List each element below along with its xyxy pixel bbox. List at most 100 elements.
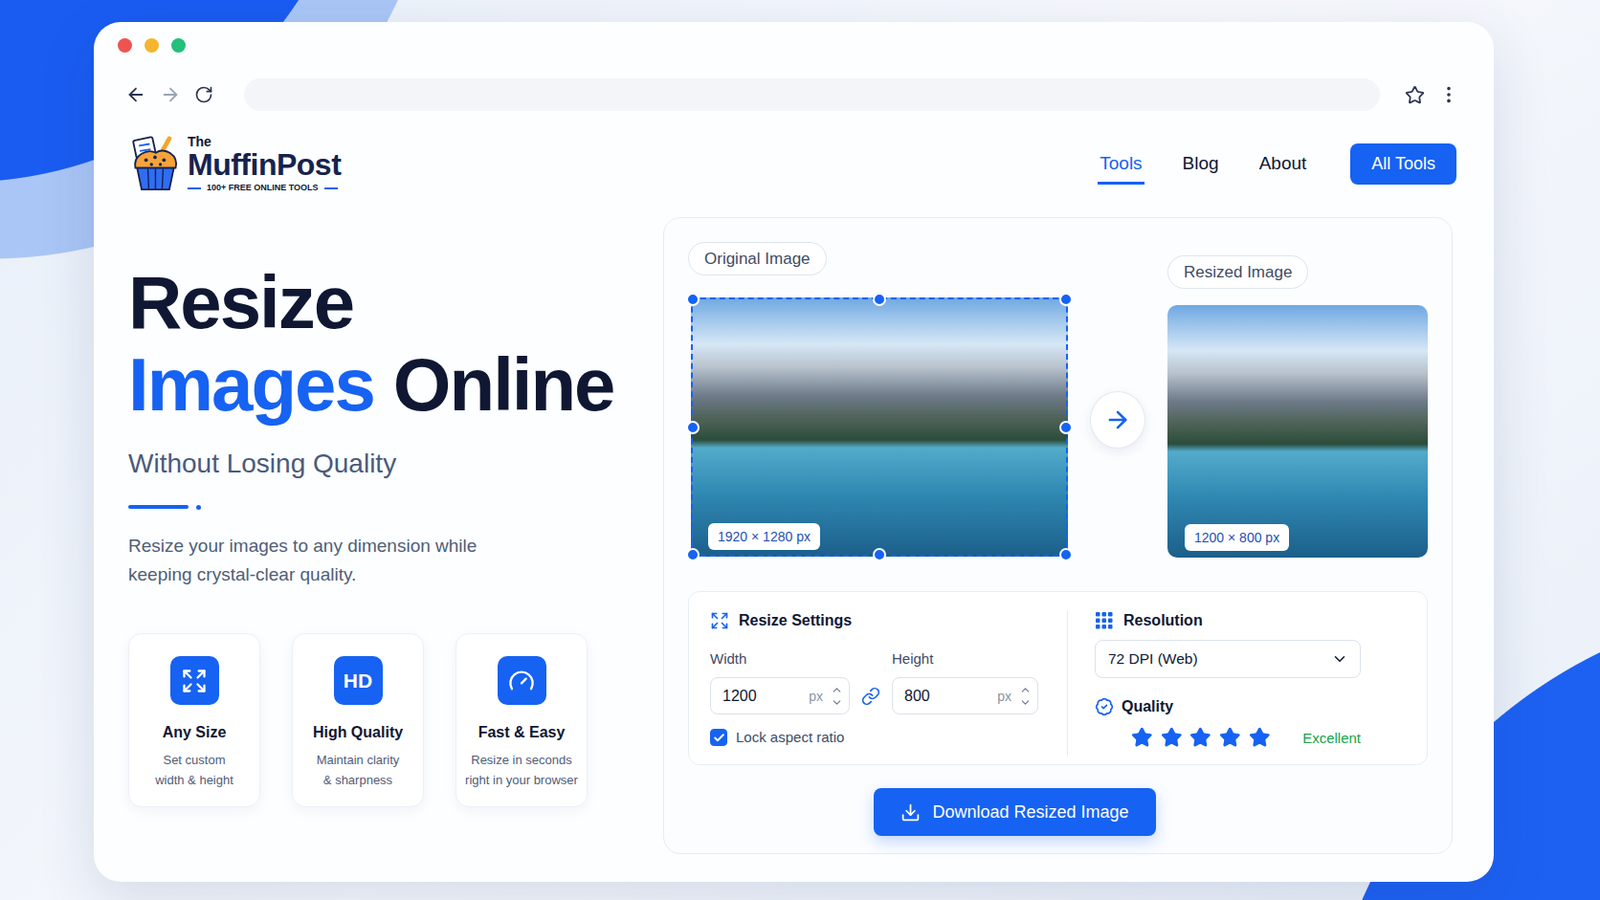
grid-icon bbox=[1094, 611, 1114, 631]
resize-panel: Original Image 1920 × 1280 px Resized Imag… bbox=[663, 217, 1453, 855]
window-control[interactable] bbox=[144, 38, 159, 53]
feature-card: Any Size Set customwidth & height bbox=[128, 633, 261, 808]
link-toggle[interactable] bbox=[849, 677, 892, 715]
feature-description: Maintain clarity& sharpness bbox=[316, 750, 400, 791]
resize-handle[interactable] bbox=[686, 292, 700, 307]
expand-icon-box bbox=[170, 656, 220, 706]
dimension-fields: Width 1200px Height 800px bbox=[710, 649, 1039, 715]
muffin-logo-icon bbox=[128, 133, 182, 194]
gauge-icon-box bbox=[497, 656, 547, 706]
back-arrow-icon[interactable] bbox=[125, 84, 147, 106]
original-image-column: Original Image 1920 × 1280 px bbox=[688, 242, 1068, 557]
resolution-title: Resolution bbox=[1094, 610, 1361, 632]
download-icon bbox=[900, 802, 921, 823]
hero-title: ImagesOnline bbox=[128, 343, 664, 426]
resized-image-column: Resized Image 1200 × 800 px bbox=[1167, 242, 1428, 558]
feature-card: HDHigh QualityMaintain clarity& sharpnes… bbox=[291, 633, 424, 808]
forward-arrow-icon[interactable] bbox=[159, 84, 181, 106]
menu-dots-icon[interactable] bbox=[1438, 84, 1460, 106]
nav-link[interactable]: About bbox=[1257, 143, 1310, 185]
resize-handle[interactable] bbox=[1059, 292, 1073, 307]
photo[interactable]: 1920 × 1280 px bbox=[690, 297, 1068, 557]
logo-tagline: 100+ FREE ONLINE TOOLS bbox=[187, 183, 341, 193]
chevron-up-icon[interactable] bbox=[830, 684, 844, 697]
badge-check-icon bbox=[1094, 697, 1114, 717]
feature-description: Set customwidth & height bbox=[155, 750, 234, 791]
resize-handle[interactable] bbox=[686, 548, 700, 562]
field-label: Width bbox=[710, 649, 850, 669]
size-badge: 1200 × 800 px bbox=[1184, 524, 1289, 552]
all-tools-button[interactable]: All Tools bbox=[1350, 143, 1457, 185]
arrow-circle bbox=[1089, 391, 1146, 449]
main-nav: Tools Blog About All Tools bbox=[1097, 143, 1457, 185]
logo[interactable]: TheMuffinPost 100+ FREE ONLINE TOOLS bbox=[128, 133, 341, 194]
resolution-select[interactable]: 72 DPI (Web) bbox=[1094, 640, 1361, 679]
chevron-down-icon[interactable] bbox=[1019, 696, 1032, 710]
logo-prefix: The bbox=[187, 134, 341, 149]
hero-divider bbox=[128, 505, 664, 510]
output-settings: Resolution 72 DPI (Web) Quality Excellent bbox=[1094, 592, 1361, 765]
resize-handle[interactable] bbox=[1059, 548, 1073, 562]
window-control[interactable] bbox=[171, 38, 186, 53]
main-content: ResizeImagesOnlineWithout Losing Quality… bbox=[93, 217, 1494, 855]
star-icon[interactable] bbox=[1131, 726, 1154, 750]
chevron-down-icon[interactable] bbox=[1331, 650, 1349, 668]
resize-handle[interactable] bbox=[686, 421, 700, 435]
gauge-icon bbox=[508, 667, 535, 695]
logo-name: MuffinPost bbox=[187, 149, 341, 180]
address-bar[interactable] bbox=[244, 78, 1380, 112]
chevron-up-icon[interactable] bbox=[1019, 684, 1032, 697]
resize-settings: Resize SettingsWidth1200pxHeight800pxLoc… bbox=[710, 592, 1039, 765]
resize-handle[interactable] bbox=[872, 292, 887, 307]
window-control[interactable] bbox=[117, 38, 133, 53]
hero: ResizeImagesOnlineWithout Losing Quality… bbox=[128, 217, 664, 855]
star-icon[interactable] bbox=[1248, 726, 1271, 750]
nav-link[interactable]: Blog bbox=[1180, 143, 1222, 185]
stepper[interactable] bbox=[1019, 684, 1032, 710]
arrow-right-icon bbox=[1104, 406, 1132, 434]
feature-title: High Quality bbox=[312, 722, 403, 744]
field-label: Height bbox=[891, 649, 1039, 669]
browser-window: TheMuffinPost 100+ FREE ONLINE TOOLS Tools… bbox=[93, 22, 1494, 883]
settings-card: Resize SettingsWidth1200pxHeight800pxLoc… bbox=[688, 591, 1428, 766]
quality-title: Quality bbox=[1094, 696, 1361, 718]
resize-handle[interactable] bbox=[1059, 421, 1073, 435]
hero-title: Resize bbox=[128, 261, 664, 344]
width-field: Width 1200px bbox=[710, 649, 850, 715]
star-icon[interactable] bbox=[1160, 726, 1183, 750]
checkbox[interactable] bbox=[710, 729, 728, 747]
width-input[interactable]: 1200px bbox=[710, 677, 850, 715]
height-field: Height 800px bbox=[891, 649, 1039, 715]
hero-title-highlight: Images bbox=[128, 342, 375, 427]
feature-card: Fast & Easy Resize in secondsright in you… bbox=[455, 633, 588, 808]
input-value: 800 bbox=[904, 688, 998, 706]
star-icon[interactable] bbox=[1219, 726, 1242, 750]
settings-divider bbox=[1066, 611, 1068, 757]
chevron-down-icon[interactable] bbox=[830, 696, 844, 710]
resized-image-label: Resized Image bbox=[1167, 255, 1309, 289]
download-button[interactable]: Download Resized Image bbox=[873, 788, 1156, 837]
page: TheMuffinPost 100+ FREE ONLINE TOOLS Tools… bbox=[0, 0, 1600, 900]
crop-selection[interactable] bbox=[690, 297, 1068, 557]
bookmark-star-icon[interactable] bbox=[1404, 85, 1425, 106]
reload-icon[interactable] bbox=[194, 85, 214, 105]
nav-link[interactable]: Tools bbox=[1097, 143, 1144, 185]
star-icon[interactable] bbox=[1189, 726, 1212, 750]
feature-description: Resize in secondsright in your browser bbox=[465, 750, 578, 791]
link-icon[interactable] bbox=[861, 687, 881, 707]
height-input[interactable]: 800px bbox=[891, 677, 1039, 715]
hero-description: Resize your images to any dimension whil… bbox=[128, 532, 664, 590]
image-preview-row: Original Image 1920 × 1280 px Resized Imag… bbox=[688, 242, 1428, 558]
feature-title: Any Size bbox=[162, 722, 227, 744]
stepper[interactable] bbox=[830, 684, 844, 710]
quality-stars: Excellent bbox=[1094, 726, 1361, 750]
browser-toolbar bbox=[93, 77, 1494, 112]
resize-handle[interactable] bbox=[872, 548, 887, 562]
resize-icon bbox=[710, 611, 730, 631]
site-header: TheMuffinPost 100+ FREE ONLINE TOOLS Tools… bbox=[93, 133, 1494, 195]
quality-rating: Excellent bbox=[1302, 730, 1361, 747]
photo: 1200 × 800 px bbox=[1167, 305, 1428, 558]
original-image-label: Original Image bbox=[688, 242, 827, 276]
feature-title: Fast & Easy bbox=[478, 722, 566, 744]
lock-aspect-checkbox[interactable]: Lock aspect ratio bbox=[710, 728, 1039, 748]
